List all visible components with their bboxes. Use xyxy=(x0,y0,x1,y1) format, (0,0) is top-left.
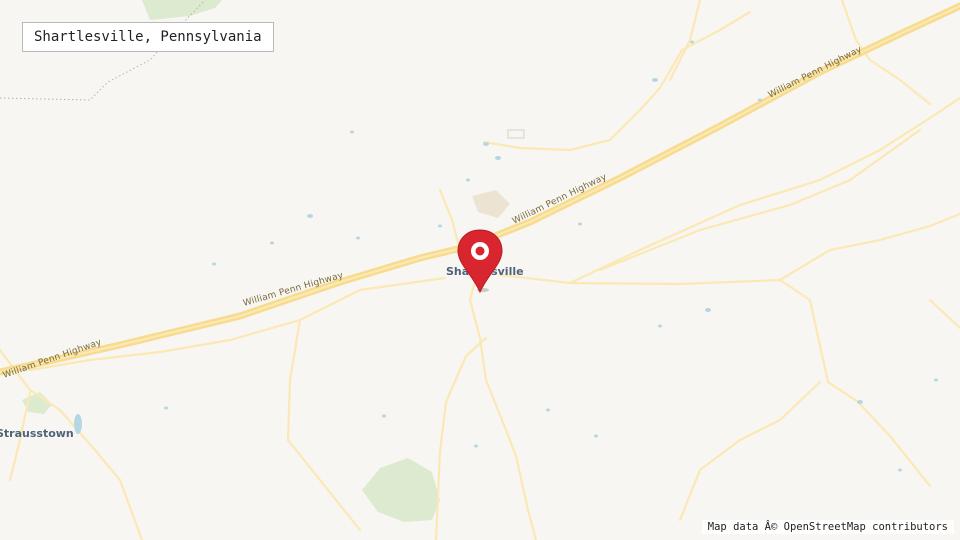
place-label-strausstown: Strausstown xyxy=(0,427,74,440)
map-view[interactable]: William Penn Highway William Penn Highwa… xyxy=(0,0,960,540)
highway-road xyxy=(0,2,960,376)
highway-label: William Penn Highway xyxy=(2,337,104,380)
highway-label: William Penn Highway xyxy=(242,271,345,309)
map-attribution[interactable]: Map data Â© OpenStreetMap contributors xyxy=(701,520,954,534)
park-area xyxy=(362,458,440,522)
land-patch xyxy=(472,190,510,218)
highway-label: William Penn Highway xyxy=(767,44,864,100)
building xyxy=(507,129,525,139)
park-area xyxy=(142,0,222,20)
location-title: Shartlesville, Pennsylvania xyxy=(22,22,274,52)
water-features xyxy=(74,40,938,472)
highway-centerline xyxy=(0,5,960,373)
highway-label: William Penn Highway xyxy=(511,172,609,227)
location-pin-icon[interactable] xyxy=(456,228,506,294)
